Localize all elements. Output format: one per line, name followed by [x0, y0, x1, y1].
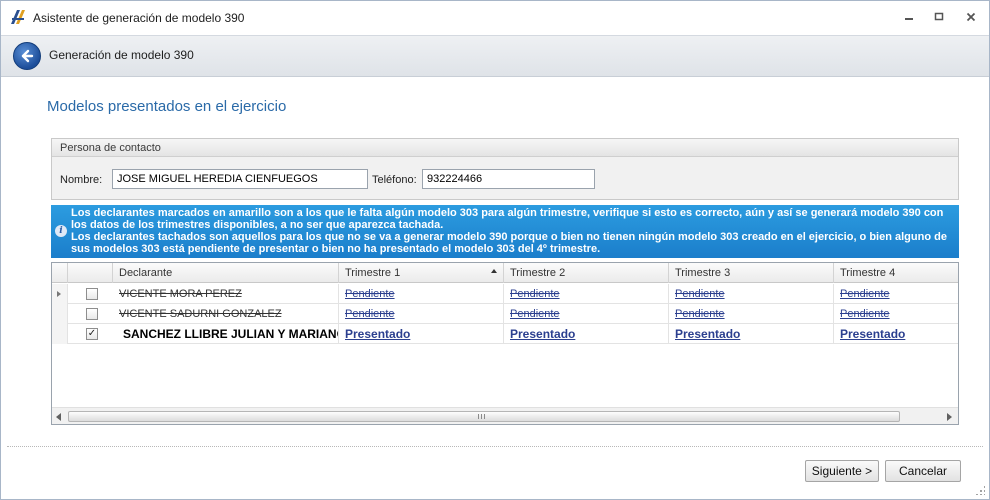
- header-indicator-cell: [52, 263, 68, 283]
- status-link[interactable]: Presentado: [510, 327, 575, 341]
- maximize-icon: [934, 12, 944, 21]
- horizontal-scrollbar[interactable]: [52, 407, 958, 424]
- cell-trimestre-1: Pendiente: [339, 304, 504, 324]
- phone-label: Teléfono:: [372, 174, 417, 186]
- banner-line-1: Los declarantes marcados en amarillo son…: [71, 207, 944, 231]
- minimize-icon: [905, 18, 913, 20]
- cell-trimestre-2: Presentado: [504, 324, 669, 344]
- banner-line-2: Los declarantes tachados son aquellos pa…: [71, 231, 947, 255]
- info-icon: i: [55, 225, 67, 237]
- checkmark-icon: ✓: [87, 328, 97, 339]
- cell-declarante: VICENTE MORA PEREZ: [113, 284, 339, 304]
- header-declarante[interactable]: Declarante: [113, 263, 339, 283]
- current-row-arrow-icon: [57, 291, 61, 297]
- back-arrow-icon: [21, 49, 34, 63]
- phone-field[interactable]: [422, 169, 595, 189]
- cell-trimestre-1: Presentado: [339, 324, 504, 344]
- row-checkbox[interactable]: [86, 308, 98, 320]
- wizard-window: Asistente de generación de modelo 390 Ge…: [0, 0, 990, 500]
- status-link[interactable]: Pendiente: [510, 288, 560, 300]
- table-row[interactable]: ✓ SANCHEZ LLIBRE JULIAN Y MARIANO... Pre…: [52, 324, 958, 344]
- table-row[interactable]: VICENTE SADURNI GONZALEZ Pendiente Pendi…: [52, 304, 958, 324]
- header-trimestre-1-label: Trimestre 1: [345, 267, 401, 279]
- next-button[interactable]: Siguiente >: [805, 460, 879, 482]
- status-link[interactable]: Pendiente: [675, 288, 725, 300]
- name-field[interactable]: [112, 169, 368, 189]
- header-trimestre-4[interactable]: Trimestre 4: [834, 263, 958, 283]
- cell-declarante: VICENTE SADURNI GONZALEZ: [113, 304, 339, 324]
- scroll-right-icon[interactable]: [947, 413, 952, 421]
- declarants-grid: Declarante Trimestre 1 Trimestre 2 Trime…: [51, 262, 959, 425]
- cell-trimestre-4: Pendiente: [834, 284, 958, 304]
- contact-group: Persona de contacto Nombre: Teléfono:: [51, 138, 959, 200]
- status-link[interactable]: Pendiente: [345, 308, 395, 320]
- status-link[interactable]: Pendiente: [840, 288, 890, 300]
- header-title: Generación de modelo 390: [49, 48, 194, 62]
- name-label: Nombre:: [60, 174, 103, 186]
- contact-group-title: Persona de contacto: [60, 142, 161, 154]
- page-title: Modelos presentados en el ejercicio: [47, 98, 287, 115]
- table-row[interactable]: VICENTE MORA PEREZ Pendiente Pendiente P…: [52, 284, 958, 304]
- contact-group-header: Persona de contacto: [52, 139, 958, 157]
- footer-divider: [7, 446, 983, 447]
- sort-ascending-icon: [491, 269, 497, 273]
- back-button[interactable]: [13, 42, 41, 70]
- cancel-button[interactable]: Cancelar: [885, 460, 961, 482]
- status-link[interactable]: Pendiente: [345, 288, 395, 300]
- row-checkbox-checked[interactable]: ✓: [86, 328, 98, 340]
- cell-trimestre-3: Presentado: [669, 324, 834, 344]
- wizard-header: Generación de modelo 390: [1, 35, 989, 77]
- row-indicator: [52, 304, 68, 324]
- header-trimestre-1[interactable]: Trimestre 1: [339, 263, 504, 283]
- cell-trimestre-2: Pendiente: [504, 284, 669, 304]
- cell-trimestre-4: Pendiente: [834, 304, 958, 324]
- cell-trimestre-1: Pendiente: [339, 284, 504, 304]
- grid-header: Declarante Trimestre 1 Trimestre 2 Trime…: [52, 263, 958, 283]
- header-trimestre-2[interactable]: Trimestre 2: [504, 263, 669, 283]
- status-link[interactable]: Pendiente: [510, 308, 560, 320]
- maximize-button[interactable]: [931, 9, 947, 25]
- row-indicator: [52, 324, 68, 344]
- scrollbar-grip-icon: [478, 414, 487, 419]
- status-link[interactable]: Presentado: [345, 327, 410, 341]
- status-link[interactable]: Presentado: [675, 327, 740, 341]
- status-link[interactable]: Pendiente: [675, 308, 725, 320]
- scroll-left-icon[interactable]: [56, 413, 61, 421]
- scrollbar-thumb[interactable]: [68, 411, 900, 422]
- row-checkbox[interactable]: [86, 288, 98, 300]
- info-banner: i Los declarantes marcados en amarillo s…: [51, 205, 959, 258]
- title-bar: Asistente de generación de modelo 390: [1, 1, 989, 35]
- cell-trimestre-2: Pendiente: [504, 304, 669, 324]
- resize-grip-icon[interactable]: [975, 485, 985, 495]
- row-indicator: [52, 284, 68, 304]
- window-title: Asistente de generación de modelo 390: [33, 11, 245, 25]
- status-link[interactable]: Pendiente: [840, 308, 890, 320]
- close-icon: [966, 12, 976, 22]
- cell-declarante: SANCHEZ LLIBRE JULIAN Y MARIANO...: [113, 324, 339, 344]
- close-button[interactable]: [963, 9, 979, 25]
- status-link[interactable]: Presentado: [840, 327, 905, 341]
- banner-text: Los declarantes marcados en amarillo son…: [71, 207, 955, 255]
- header-trimestre-3[interactable]: Trimestre 3: [669, 263, 834, 283]
- cell-trimestre-4: Presentado: [834, 324, 958, 344]
- cell-trimestre-3: Pendiente: [669, 284, 834, 304]
- header-check-cell: [68, 263, 113, 283]
- cell-trimestre-3: Pendiente: [669, 304, 834, 324]
- app-logo-icon: [11, 10, 25, 24]
- minimize-button[interactable]: [901, 9, 917, 25]
